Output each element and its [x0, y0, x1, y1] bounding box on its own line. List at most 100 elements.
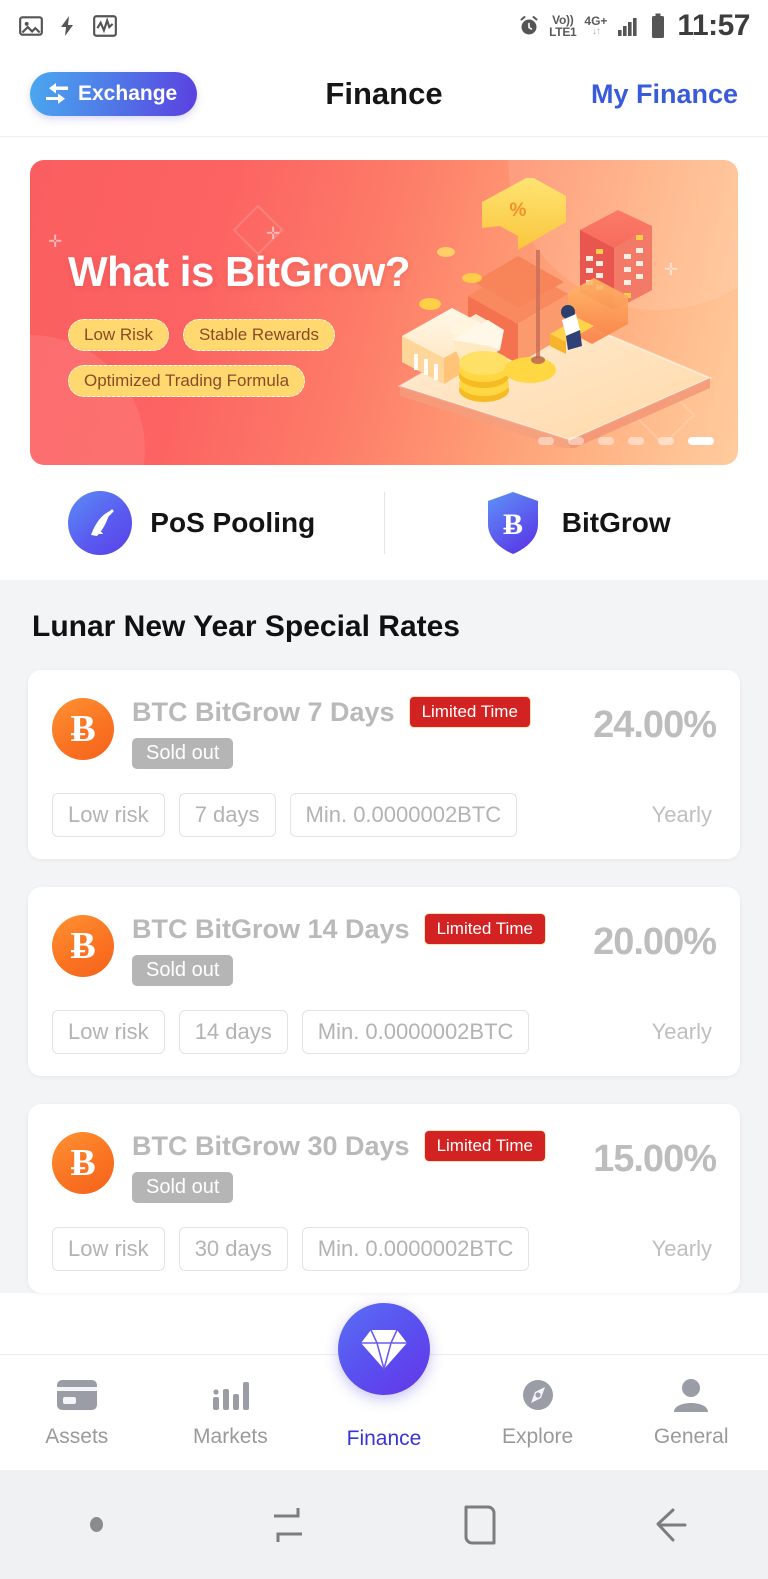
min-amount-tag: Min. 0.0000002BTC — [289, 793, 518, 837]
tab-markets[interactable]: Markets — [154, 1377, 308, 1449]
product-name: BTC BitGrow 7 Days — [132, 696, 395, 727]
recents-icon — [274, 1507, 302, 1542]
rate-period-label: Yearly — [651, 1236, 712, 1261]
banner-decor-plus-2: ✛ — [266, 224, 281, 243]
bar-chart-icon — [213, 1381, 250, 1410]
product-card[interactable]: Ƀ BTC BitGrow 14 Days Limited Time Sold … — [28, 887, 740, 1076]
status-bar-notification-icons — [18, 13, 118, 39]
special-rates-section: Lunar New Year Special Rates Ƀ BTC BitGr… — [0, 580, 768, 1293]
category-pos-pooling[interactable]: PoS Pooling — [0, 490, 384, 555]
tab-assets[interactable]: Assets — [0, 1377, 154, 1449]
tab-label: Explore — [501, 1424, 574, 1448]
volte-line2: LTE1 — [549, 25, 577, 39]
home-button[interactable] — [384, 1503, 576, 1547]
exchange-button-label: Exchange — [78, 82, 178, 105]
banner-pill: Low Risk — [68, 319, 169, 351]
pagination-dot-active[interactable] — [688, 437, 714, 445]
dot-indicator-icon — [89, 1517, 103, 1532]
battery-icon — [652, 13, 665, 38]
banner-title: What is BitGrow? — [68, 248, 411, 295]
rate-period-label: Yearly — [651, 802, 712, 827]
banner-section: ✛ ✛ ✛ What is BitGrow? Low Risk Stable R… — [0, 137, 768, 465]
swap-arrows-icon — [46, 83, 68, 104]
pagination-dot[interactable] — [658, 437, 674, 445]
signal-bars-icon — [618, 18, 638, 36]
sold-out-badge: Sold out — [132, 955, 234, 986]
recents-button[interactable] — [192, 1504, 384, 1546]
product-card[interactable]: Ƀ BTC BitGrow 7 Days Limited Time Sold o… — [28, 670, 740, 859]
person-icon — [674, 1378, 709, 1412]
banner-pill: Stable Rewards — [182, 319, 335, 351]
min-amount-tag: Min. 0.0000002BTC — [301, 1227, 530, 1271]
tab-finance[interactable]: Finance — [307, 1303, 461, 1451]
banner-decor-plus-1: ✛ — [48, 232, 63, 251]
tab-general[interactable]: General — [614, 1377, 768, 1449]
category-row: PoS Pooling Ƀ BitGrow — [0, 465, 768, 580]
status-bar: Vo)) LTE1 4G+ ↓↑ 11:57 — [0, 0, 768, 52]
banner-pill: Optimized Trading Formula — [68, 365, 306, 397]
limited-time-badge: Limited Time — [423, 913, 546, 945]
pagination-dot[interactable] — [538, 437, 554, 445]
compass-icon — [522, 1379, 553, 1410]
tab-label: Assets — [45, 1424, 109, 1448]
product-tags-row: Low risk 30 days Min. 0.0000002BTC Yearl… — [52, 1227, 716, 1271]
risk-tag: Low risk — [52, 1010, 165, 1054]
dot-indicator[interactable] — [0, 1517, 192, 1532]
bitcoin-icon: Ƀ — [52, 1132, 114, 1194]
finance-fab-button[interactable] — [338, 1303, 430, 1395]
limited-time-badge: Limited Time — [408, 696, 531, 728]
banner-illustration: % — [397, 178, 713, 448]
pagination-dot[interactable] — [598, 437, 614, 445]
pickaxe-icon — [68, 490, 133, 555]
product-rate-box: 24.00% — [593, 696, 717, 747]
banner-pill-row-1: Low Risk Stable Rewards — [68, 319, 335, 351]
banner-pill-row-2: Optimized Trading Formula — [68, 365, 306, 397]
bitcoin-icon: Ƀ — [52, 698, 114, 760]
banner-pagination[interactable] — [538, 437, 714, 445]
bitcoin-icon: Ƀ — [52, 915, 114, 977]
annual-rate: 20.00% — [593, 921, 717, 963]
category-label: PoS Pooling — [150, 506, 316, 538]
limited-time-badge: Limited Time — [423, 1130, 546, 1162]
product-tags-row: Low risk 7 days Min. 0.0000002BTC Yearly — [52, 793, 716, 837]
sold-out-badge: Sold out — [132, 738, 234, 769]
bitcoin-shield-icon: Ƀ — [482, 489, 544, 557]
section-title: Lunar New Year Special Rates — [32, 610, 460, 643]
app-header: Exchange Finance My Finance — [0, 52, 768, 137]
promo-banner[interactable]: ✛ ✛ ✛ What is BitGrow? Low Risk Stable R… — [30, 160, 738, 465]
risk-tag: Low risk — [52, 793, 165, 837]
home-icon — [464, 1505, 496, 1544]
product-card-header: Ƀ BTC BitGrow 7 Days Limited Time Sold o… — [52, 696, 717, 769]
category-label: BitGrow — [561, 506, 671, 538]
pagination-dot[interactable] — [628, 437, 644, 445]
product-card-header: Ƀ BTC BitGrow 30 Days Limited Time Sold … — [52, 1130, 717, 1203]
product-card[interactable]: Ƀ BTC BitGrow 30 Days Limited Time Sold … — [28, 1104, 740, 1293]
data-arrows: ↓↑ — [591, 26, 601, 37]
duration-tag: 7 days — [178, 793, 276, 837]
back-button[interactable] — [576, 1504, 768, 1546]
alarm-clock-icon — [520, 16, 538, 35]
exchange-button[interactable]: Exchange — [30, 72, 198, 116]
product-info: BTC BitGrow 7 Days Limited Time Sold out — [132, 696, 575, 769]
product-rate-box: 15.00% — [593, 1130, 717, 1181]
min-amount-tag: Min. 0.0000002BTC — [301, 1010, 530, 1054]
activity-icon — [93, 15, 117, 37]
product-title-line: BTC BitGrow 30 Days Limited Time — [132, 1130, 575, 1162]
category-bitgrow[interactable]: Ƀ BitGrow — [385, 489, 768, 557]
pagination-dot[interactable] — [568, 437, 584, 445]
app-screen: Vo)) LTE1 4G+ ↓↑ 11:57 Exchange Finance … — [0, 0, 768, 1579]
my-finance-link[interactable]: My Finance — [591, 79, 738, 110]
diamond-icon — [361, 1329, 407, 1372]
banner-decor-circle-bottom — [30, 335, 145, 465]
duration-tag: 30 days — [178, 1227, 288, 1271]
clock-time: 11:57 — [677, 9, 750, 42]
risk-tag: Low risk — [52, 1227, 165, 1271]
sold-out-badge: Sold out — [132, 1172, 234, 1203]
image-icon — [19, 16, 43, 36]
svg-text:%: % — [510, 200, 527, 221]
product-name: BTC BitGrow 14 Days — [132, 913, 410, 944]
annual-rate: 15.00% — [593, 1138, 717, 1180]
android-navigation-bar — [0, 1470, 768, 1579]
tab-explore[interactable]: Explore — [461, 1377, 615, 1449]
duration-tag: 14 days — [178, 1010, 288, 1054]
